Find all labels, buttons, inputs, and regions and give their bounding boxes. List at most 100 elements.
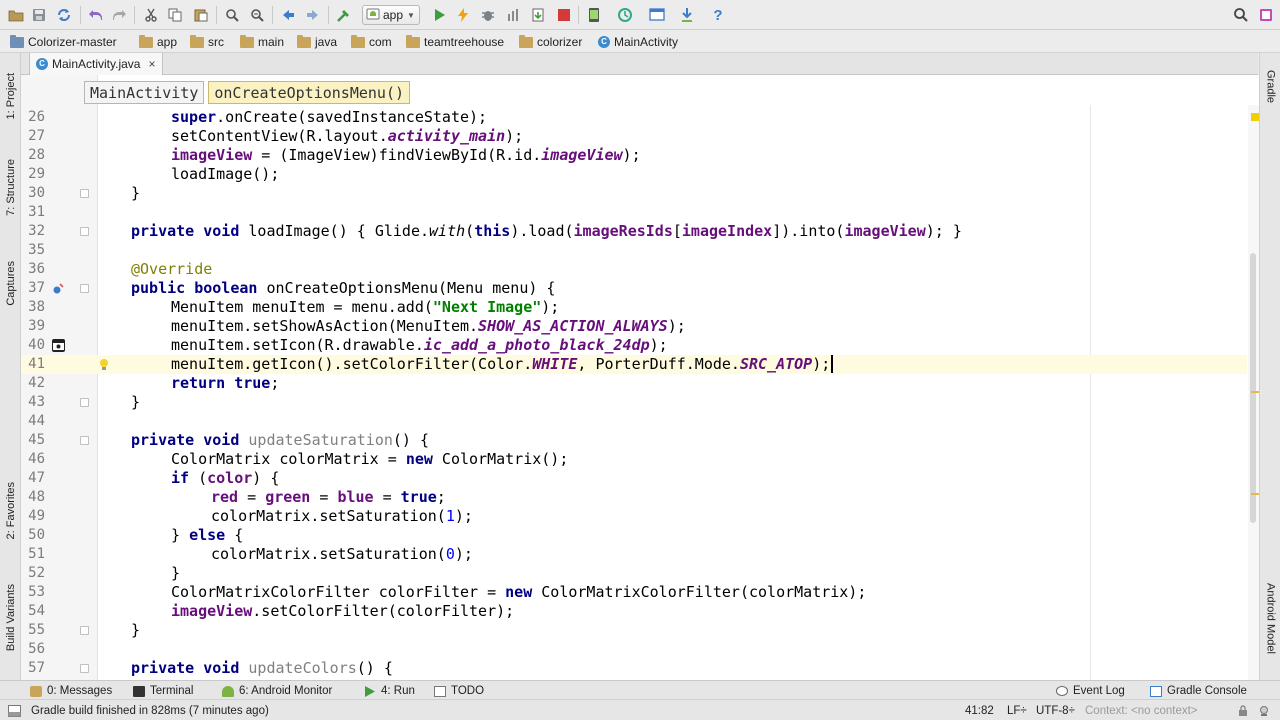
settings-icon[interactable] bbox=[1256, 5, 1276, 25]
code-line[interactable]: 30} bbox=[21, 184, 1247, 203]
fold-expand-icon[interactable] bbox=[80, 227, 89, 236]
override-icon[interactable] bbox=[51, 282, 64, 295]
tool-tab-android-model[interactable]: Android Model bbox=[1261, 568, 1280, 668]
code-line[interactable]: 31 bbox=[21, 203, 1247, 222]
code-line[interactable]: 29 loadImage(); bbox=[21, 165, 1247, 184]
code-line[interactable]: 54 imageView.setColorFilter(colorFilter); bbox=[21, 602, 1247, 621]
help-icon[interactable]: ? bbox=[708, 5, 728, 25]
tool-tab-messages[interactable]: 0: Messages bbox=[30, 683, 112, 699]
code-line[interactable]: 56 bbox=[21, 640, 1247, 659]
fold-end-icon[interactable] bbox=[80, 398, 89, 407]
code-line[interactable]: 48 red = green = blue = true; bbox=[21, 488, 1247, 507]
forward-icon[interactable] bbox=[303, 5, 323, 25]
instant-run-icon[interactable] bbox=[453, 5, 473, 25]
tool-tab-favorites[interactable]: 2: Favorites bbox=[1, 468, 20, 554]
tool-tab-build-variants[interactable]: Build Variants bbox=[1, 573, 20, 663]
undo-icon[interactable] bbox=[86, 5, 106, 25]
apply-changes-icon[interactable] bbox=[528, 5, 548, 25]
profile-icon[interactable] bbox=[503, 5, 523, 25]
code-editor[interactable]: MainActivity onCreateOptionsMenu() 26 sup… bbox=[21, 75, 1259, 680]
code-line[interactable]: 45 private void updateSaturation() { bbox=[21, 431, 1247, 450]
code-line[interactable]: 52} bbox=[21, 564, 1247, 583]
fold-collapse-icon[interactable] bbox=[80, 664, 89, 673]
tool-tab-terminal[interactable]: Terminal bbox=[133, 683, 193, 699]
tab-mainactivity-java[interactable]: C MainActivity.java × bbox=[29, 53, 163, 75]
tool-tab-captures[interactable]: Captures bbox=[1, 249, 20, 317]
redo-icon[interactable] bbox=[109, 5, 129, 25]
error-stripe-mark[interactable] bbox=[1251, 391, 1259, 393]
code-line[interactable]: 49 colorMatrix.setSaturation(1); bbox=[21, 507, 1247, 526]
copy-icon[interactable] bbox=[165, 5, 185, 25]
line-separator[interactable]: LF÷ bbox=[1007, 703, 1027, 719]
inspector-icon[interactable] bbox=[1258, 703, 1270, 719]
tool-tab-run[interactable]: 4: Run bbox=[364, 683, 415, 699]
stop-icon[interactable] bbox=[554, 5, 574, 25]
fold-end-icon[interactable] bbox=[80, 189, 89, 198]
code-line[interactable]: 32 private void loadImage() { Glide.with(… bbox=[21, 222, 1247, 241]
sdk-manager-icon[interactable] bbox=[677, 5, 697, 25]
avd-manager-icon[interactable] bbox=[584, 5, 604, 25]
project-structure-icon[interactable] bbox=[647, 5, 667, 25]
make-project-icon[interactable] bbox=[334, 5, 354, 25]
breadcrumb-method[interactable]: onCreateOptionsMenu() bbox=[208, 81, 411, 104]
breadcrumb-item-project[interactable]: Colorizer-master bbox=[10, 34, 117, 50]
debug-icon[interactable] bbox=[478, 5, 498, 25]
breadcrumb-item-app[interactable]: app bbox=[139, 34, 177, 50]
code-line[interactable]: 36 @Override bbox=[21, 260, 1247, 279]
breadcrumb-item-java[interactable]: java bbox=[297, 34, 337, 50]
paste-icon[interactable] bbox=[191, 5, 211, 25]
inspection-status-icon[interactable] bbox=[1251, 113, 1259, 121]
replace-icon[interactable] bbox=[247, 5, 267, 25]
error-stripe-mark[interactable] bbox=[1251, 493, 1259, 495]
close-icon[interactable]: × bbox=[148, 57, 155, 71]
fold-end-icon[interactable] bbox=[80, 626, 89, 635]
back-icon[interactable] bbox=[278, 5, 298, 25]
sync-gradle-icon[interactable] bbox=[615, 5, 635, 25]
breadcrumb-item-mainactivity[interactable]: C MainActivity bbox=[598, 34, 678, 50]
open-folder-icon[interactable] bbox=[6, 5, 26, 25]
run-icon[interactable] bbox=[429, 5, 449, 25]
code-line[interactable]: 40 menuItem.setIcon(R.drawable.ic_add_a_p… bbox=[21, 336, 1247, 355]
context-indicator[interactable]: Context: <no context> bbox=[1085, 703, 1198, 719]
tool-tab-event-log[interactable]: Event Log bbox=[1056, 683, 1125, 699]
breadcrumb-item-src[interactable]: src bbox=[190, 34, 224, 50]
code-line[interactable]: 50} else { bbox=[21, 526, 1247, 545]
code-line[interactable]: 46 ColorMatrix colorMatrix = new ColorMat… bbox=[21, 450, 1247, 469]
code-line[interactable]: 44 bbox=[21, 412, 1247, 431]
code-line[interactable]: 53 ColorMatrixColorFilter colorFilter = n… bbox=[21, 583, 1247, 602]
code-line[interactable]: 57 private void updateColors() { bbox=[21, 659, 1247, 678]
breadcrumb-class[interactable]: MainActivity bbox=[84, 81, 205, 104]
file-encoding[interactable]: UTF-8÷ bbox=[1036, 703, 1075, 719]
breadcrumb-item-main[interactable]: main bbox=[240, 34, 284, 50]
status-message[interactable]: Gradle build finished in 828ms (7 minute… bbox=[31, 703, 269, 719]
cut-icon[interactable] bbox=[141, 5, 161, 25]
run-configuration-dropdown[interactable]: app ▼ bbox=[362, 5, 420, 25]
code-line[interactable]: 55} bbox=[21, 621, 1247, 640]
lightbulb-icon[interactable] bbox=[97, 358, 110, 371]
tool-tab-structure[interactable]: 7: Structure bbox=[1, 145, 20, 229]
fold-collapse-icon[interactable] bbox=[80, 436, 89, 445]
code-line[interactable]: 37 public boolean onCreateOptionsMenu(Men… bbox=[21, 279, 1247, 298]
code-line-current[interactable]: 41 menuItem.getIcon().setColorFilter(Colo… bbox=[21, 355, 1247, 374]
save-all-icon[interactable] bbox=[29, 5, 49, 25]
breadcrumb-item-teamtreehouse[interactable]: teamtreehouse bbox=[406, 34, 504, 50]
tool-tab-android-monitor[interactable]: 6: Android Monitor bbox=[222, 683, 332, 699]
search-everywhere-icon[interactable] bbox=[1231, 5, 1251, 25]
fold-collapse-icon[interactable] bbox=[80, 284, 89, 293]
breadcrumb-item-colorizer[interactable]: colorizer bbox=[519, 34, 582, 50]
tool-tab-todo[interactable]: TODO bbox=[434, 683, 484, 699]
breadcrumb-item-com[interactable]: com bbox=[351, 34, 392, 50]
code-line[interactable]: 51 colorMatrix.setSaturation(0); bbox=[21, 545, 1247, 564]
code-line[interactable]: 26 super.onCreate(savedInstanceState); bbox=[21, 108, 1247, 127]
tool-tab-project[interactable]: 1: Project bbox=[1, 59, 20, 133]
find-icon[interactable] bbox=[222, 5, 242, 25]
tool-windows-quick-access-icon[interactable] bbox=[8, 703, 21, 719]
drawable-preview-icon[interactable] bbox=[52, 339, 65, 352]
lock-icon[interactable] bbox=[1238, 703, 1248, 719]
code-line[interactable]: 43} bbox=[21, 393, 1247, 412]
caret-position[interactable]: 41:82 bbox=[965, 703, 994, 719]
tool-tab-gradle[interactable]: Gradle bbox=[1261, 59, 1280, 115]
sync-icon[interactable] bbox=[54, 5, 74, 25]
code-line[interactable]: 47 if (color) { bbox=[21, 469, 1247, 488]
code-line[interactable]: 28 imageView = (ImageView)findViewById(R.… bbox=[21, 146, 1247, 165]
